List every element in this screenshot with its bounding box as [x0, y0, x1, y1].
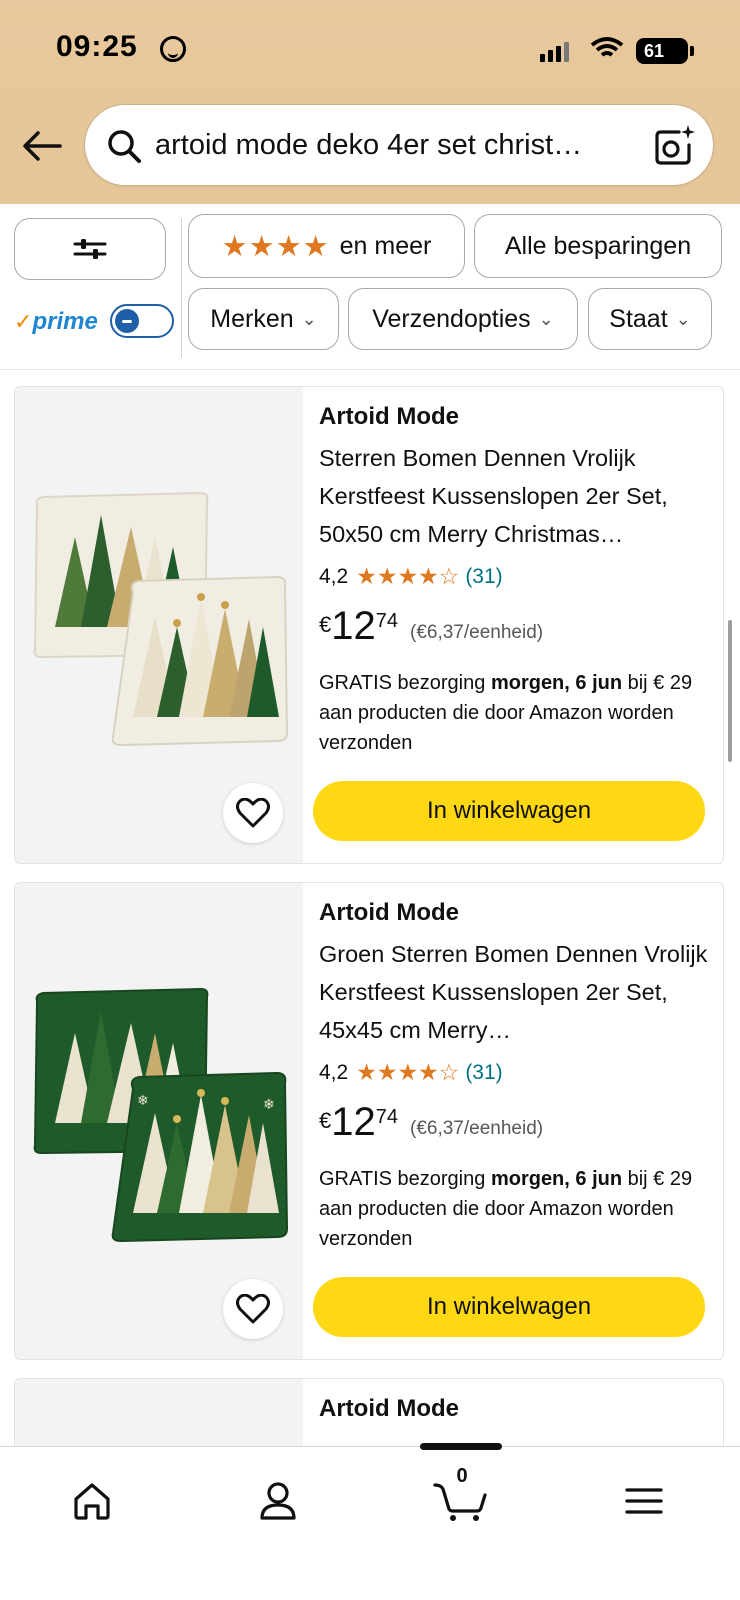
product-price: € 12 74 (€6,37/eenheid)	[319, 606, 715, 646]
clock: 09:25	[56, 30, 138, 63]
cellular-signal-icon	[540, 40, 569, 62]
shipping-filter-chip[interactable]: Verzendopties ⌄	[348, 288, 578, 350]
delivery-date: morgen, 6 jun	[490, 1168, 623, 1190]
sliders-icon	[73, 239, 107, 259]
search-icon	[108, 130, 141, 163]
filter-divider	[181, 218, 182, 358]
prime-toggle-row[interactable]: ✓ prime	[14, 302, 174, 342]
prime-logo: ✓ prime	[14, 308, 98, 336]
back-button[interactable]	[20, 124, 64, 168]
product-card[interactable]: ❄ ❄ Artoid Mode Groen Sterren Bomen Denn…	[14, 882, 724, 1360]
prime-label: prime	[32, 308, 98, 335]
product-title[interactable]: Groen Sterren Bomen Dennen Vrolijk Kerst…	[319, 935, 715, 1049]
svg-text:❄: ❄	[137, 1093, 149, 1109]
active-tab-indicator	[420, 1443, 502, 1450]
battery-indicator: 61	[636, 38, 694, 64]
shipping-filter-label: Verzendopties	[372, 304, 531, 333]
add-to-cart-button[interactable]: In winkelwagen	[313, 781, 705, 841]
hamburger-menu-icon	[625, 1488, 663, 1514]
unit-price: (€6,37/eenheid)	[410, 1118, 544, 1139]
cart-count: 0	[456, 1465, 468, 1487]
status-bar: 09:25 61	[0, 0, 740, 96]
review-count[interactable]: (31)	[465, 1061, 502, 1085]
face-id-icon	[160, 36, 186, 62]
product-brand: Artoid Mode	[319, 899, 459, 926]
prime-check-icon: ✓	[14, 309, 33, 334]
product-brand: Artoid Mode	[319, 403, 459, 430]
product-info: Artoid Mode Sterren Bomen Dennen Vrolijk…	[319, 403, 715, 758]
nav-account[interactable]	[248, 1471, 308, 1531]
filter-bar: ★★★★ en meer Alle besparingen ✓ prime Me…	[0, 204, 740, 370]
product-card[interactable]: Artoid Mode Sterren Bomen Dennen Vrolijk…	[14, 386, 724, 864]
wifi-icon	[590, 36, 624, 68]
price-currency: €	[319, 612, 332, 637]
delivery-date: morgen, 6 jun	[490, 672, 623, 694]
delivery-prefix: GRATIS bezorging	[319, 672, 491, 694]
product-info: Artoid Mode	[319, 1395, 715, 1431]
svg-text:❄: ❄	[263, 1097, 275, 1113]
search-bar[interactable]: artoid mode deko 4er set christ…	[84, 104, 714, 186]
nav-menu[interactable]	[614, 1471, 674, 1531]
wishlist-button[interactable]	[223, 1279, 283, 1339]
delivery-info: GRATIS bezorging morgen, 6 jun bij € 29 …	[319, 668, 715, 758]
bottom-navigation: 0	[0, 1443, 740, 1600]
filter-settings-button[interactable]	[14, 218, 166, 280]
product-info: Artoid Mode Groen Sterren Bomen Dennen V…	[319, 899, 715, 1254]
unit-price: (€6,37/eenheid)	[410, 622, 544, 643]
chevron-down-icon: ⌄	[675, 308, 691, 329]
price-whole: 12	[331, 1100, 376, 1144]
header-bar: 09:25 61 artoid mode deko 4er set christ…	[0, 0, 740, 204]
scrollbar[interactable]	[728, 620, 732, 762]
product-rating[interactable]: 4,2 ★★★★☆ (31)	[319, 563, 715, 590]
nav-home[interactable]	[62, 1471, 122, 1531]
price-fraction: 74	[375, 1106, 398, 1128]
camera-search-icon[interactable]	[651, 123, 697, 169]
rating-stars-icon: ★★★★☆	[356, 563, 460, 589]
product-brand: Artoid Mode	[319, 1395, 459, 1422]
prime-toggle[interactable]	[110, 304, 174, 338]
chevron-down-icon: ⌄	[538, 308, 554, 329]
heart-icon	[236, 798, 270, 828]
rating-filter-chip[interactable]: ★★★★ en meer	[188, 214, 465, 278]
person-icon	[260, 1482, 296, 1520]
condition-filter-label: Staat	[609, 304, 668, 333]
savings-filter-label: Alle besparingen	[504, 231, 692, 260]
review-count[interactable]: (31)	[465, 565, 502, 589]
delivery-info: GRATIS bezorging morgen, 6 jun bij € 29 …	[319, 1164, 715, 1254]
add-to-cart-button[interactable]: In winkelwagen	[313, 1277, 705, 1337]
brands-filter-label: Merken	[210, 304, 294, 333]
back-arrow-icon	[23, 131, 62, 161]
condition-filter-chip[interactable]: Staat ⌄	[588, 288, 712, 350]
savings-filter-chip[interactable]: Alle besparingen	[474, 214, 722, 278]
product-title[interactable]: Sterren Bomen Dennen Vrolijk Kerstfeest …	[319, 439, 715, 553]
delivery-prefix: GRATIS bezorging	[319, 1168, 491, 1190]
rating-value: 4,2	[319, 1060, 349, 1084]
nav-cart[interactable]: 0	[430, 1465, 490, 1531]
heart-icon	[236, 1294, 270, 1324]
price-whole: 12	[331, 604, 376, 648]
rating-value: 4,2	[319, 564, 349, 588]
rating-stars-icon: ★★★★☆	[356, 1059, 460, 1085]
home-icon	[74, 1483, 110, 1520]
price-fraction: 74	[375, 610, 398, 632]
brands-filter-chip[interactable]: Merken ⌄	[188, 288, 339, 350]
product-price: € 12 74 (€6,37/eenheid)	[319, 1102, 715, 1142]
rating-filter-stars-icon: ★★★★	[221, 230, 330, 263]
chevron-down-icon: ⌄	[301, 308, 317, 329]
rating-filter-label: en meer	[339, 231, 432, 260]
product-rating[interactable]: 4,2 ★★★★☆ (31)	[319, 1059, 715, 1086]
price-currency: €	[319, 1108, 332, 1133]
wishlist-button[interactable]	[223, 783, 283, 843]
toggle-knob	[115, 309, 139, 333]
search-query[interactable]: artoid mode deko 4er set christ…	[155, 129, 635, 162]
